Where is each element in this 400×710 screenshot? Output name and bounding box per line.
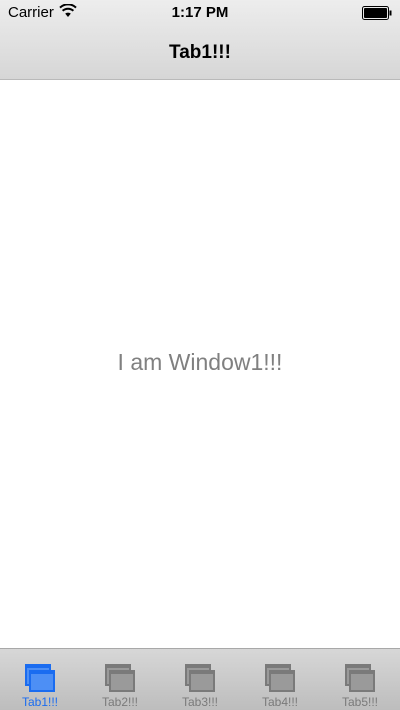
- window-stack-icon: [343, 662, 377, 696]
- tab-3-label: Tab3!!!: [181, 695, 219, 709]
- tab-2-label: Tab2!!!: [101, 695, 139, 709]
- tab-2[interactable]: Tab2!!!: [80, 649, 160, 710]
- tab-bar: Tab1!!! Tab2!!! Tab3!!! Tab4!!! Tab5!!!: [0, 648, 400, 710]
- top-bar: Carrier 1:17 PM Tab1!!!: [0, 0, 400, 80]
- window-stack-icon: [183, 662, 217, 696]
- battery-icon: [362, 6, 392, 20]
- tab-1-label: Tab1!!!: [21, 695, 59, 709]
- window-stack-icon: [103, 662, 137, 696]
- status-bar: Carrier 1:17 PM: [0, 0, 400, 26]
- window-content: I am Window1!!!: [0, 81, 400, 648]
- window-stack-icon: [23, 662, 57, 696]
- tab-5[interactable]: Tab5!!!: [320, 649, 400, 710]
- tab-4-label: Tab4!!!: [261, 695, 299, 709]
- window-label: I am Window1!!!: [117, 349, 283, 375]
- window-stack-icon: [263, 662, 297, 696]
- tab-1[interactable]: Tab1!!!: [0, 649, 80, 710]
- tab-4[interactable]: Tab4!!!: [240, 649, 320, 710]
- status-time: 1:17 PM: [171, 4, 229, 21]
- navigation-title: Tab1!!!: [169, 42, 231, 63]
- tab-5-label: Tab5!!!: [341, 695, 379, 709]
- tab-3[interactable]: Tab3!!!: [160, 649, 240, 710]
